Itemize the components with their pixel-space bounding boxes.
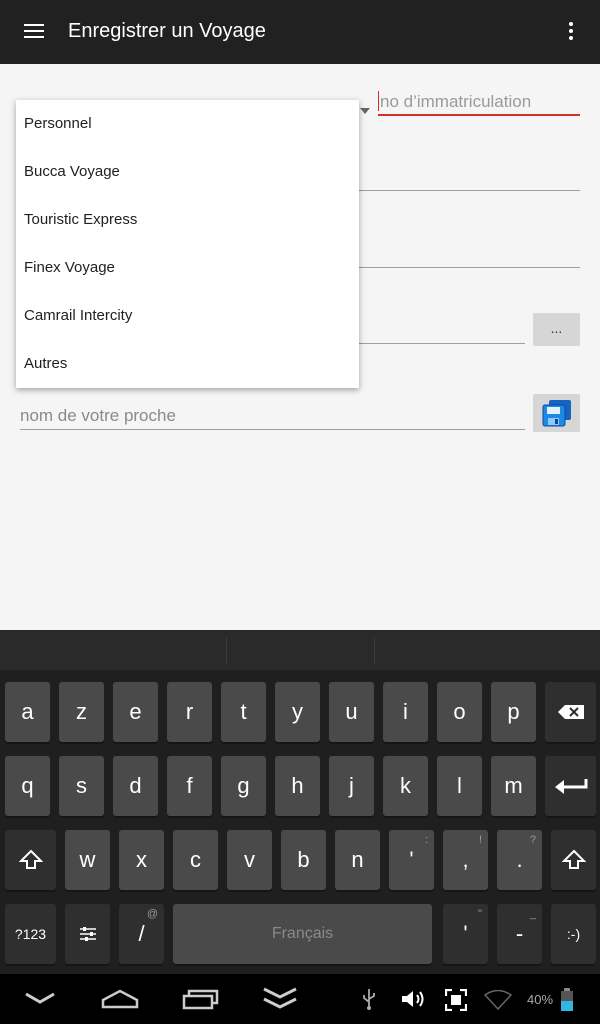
more-vert-icon[interactable] [568,22,574,43]
hide-keyboard-icon[interactable] [24,990,56,1006]
field-4-underline[interactable] [359,343,525,344]
key-e[interactable]: e [113,682,158,742]
key-n[interactable]: n [335,830,380,890]
hamburger-icon[interactable] [24,24,44,40]
soft-keyboard: a z e r t y u i o p q s d f g h j k l m … [0,630,600,974]
key-comma[interactable]: , ! [443,830,488,890]
slash-label: / [138,921,145,946]
numbers-key[interactable]: ?123 [5,904,56,964]
key-l[interactable]: l [437,756,482,816]
home-icon[interactable] [100,988,140,1010]
backspace-icon [557,705,584,719]
shift-key-right[interactable] [551,830,596,890]
shift-key-left[interactable] [5,830,56,890]
quote-label: ' [463,921,468,946]
relative-name-input[interactable]: nom de votre proche [20,406,176,426]
key-p[interactable]: p [491,682,536,742]
key-g[interactable]: g [221,756,266,816]
key-a[interactable]: a [5,682,50,742]
key-h[interactable]: h [275,756,320,816]
settings-key[interactable] [65,904,110,964]
key-q[interactable]: q [5,756,50,816]
plate-number-placeholder: no d’immatriculation [380,92,532,111]
keyboard-switch-icon[interactable] [262,986,298,1012]
key-z[interactable]: z [59,682,104,742]
dropdown-item[interactable]: Autres [24,340,67,388]
key-period[interactable]: . ? [497,830,542,890]
shift-icon [18,849,43,869]
key-dash[interactable]: - _ [497,904,542,964]
key-k[interactable]: k [383,756,428,816]
key-y[interactable]: y [275,682,320,742]
key-o[interactable]: o [437,682,482,742]
key-m[interactable]: m [491,756,536,816]
key-slash[interactable]: / @ [119,904,164,964]
key-x[interactable]: x [119,830,164,890]
key-quote[interactable]: ' " [443,904,488,964]
wifi-icon [484,990,512,1010]
comma-label: , [462,847,469,872]
browse-button[interactable]: ... [533,313,580,346]
key-r[interactable]: r [167,682,212,742]
exclamation-hint: ! [478,834,482,846]
travel-agency-dropdown: Personnel Bucca Voyage Touristic Express… [16,100,359,388]
smiley-key[interactable]: :-) [551,904,596,964]
key-j[interactable]: j [329,756,374,816]
screenshot-icon[interactable] [445,989,467,1011]
underscore-hint: _ [529,908,536,920]
dash-label: - [515,921,524,946]
key-w[interactable]: w [65,830,110,890]
app-title: Enregistrer un Voyage [68,20,266,42]
volume-icon[interactable] [400,988,428,1010]
at-hint: @ [146,908,158,920]
system-nav-bar [0,974,600,1024]
key-t[interactable]: t [221,682,266,742]
dropdown-item[interactable]: Bucca Voyage [24,148,120,196]
key-apostrophe[interactable]: ' : [389,830,434,890]
enter-icon [554,779,587,794]
spinner-arrow-icon[interactable] [360,108,370,114]
key-c[interactable]: c [173,830,218,890]
space-key[interactable]: Français [173,904,432,964]
dropdown-item[interactable]: Personnel [24,100,92,148]
double-quote-hint: " [478,908,482,920]
relative-name-underline [20,429,525,430]
app-bar: Enregistrer un Voyage [0,0,600,64]
save-button[interactable] [533,394,580,432]
suggestion-bar [0,630,600,670]
backspace-key[interactable] [545,682,596,742]
key-s[interactable]: s [59,756,104,816]
field-3-underline[interactable] [359,267,580,268]
key-v[interactable]: v [227,830,272,890]
battery-icon [561,988,573,1011]
battery-percent: 40% [527,992,554,1007]
dropdown-item[interactable]: Touristic Express [24,196,137,244]
key-d[interactable]: d [113,756,158,816]
sliders-icon [79,927,96,941]
period-label: . [516,847,523,872]
key-b[interactable]: b [281,830,326,890]
dropdown-item[interactable]: Finex Voyage [24,244,115,292]
shift-icon [561,849,586,869]
save-icon [542,400,571,427]
dropdown-item[interactable]: Camrail Intercity [24,292,132,340]
recent-apps-icon[interactable] [182,988,220,1010]
colon-hint: : [424,834,428,846]
field-2-underline[interactable] [359,190,580,191]
key-f[interactable]: f [167,756,212,816]
plate-number-input[interactable]: no d’immatriculation [378,88,580,116]
enter-key[interactable] [545,756,596,816]
usb-icon [363,989,375,1010]
key-u[interactable]: u [329,682,374,742]
apostrophe-label: ' [409,847,414,872]
question-hint: ? [529,834,536,846]
key-i[interactable]: i [383,682,428,742]
